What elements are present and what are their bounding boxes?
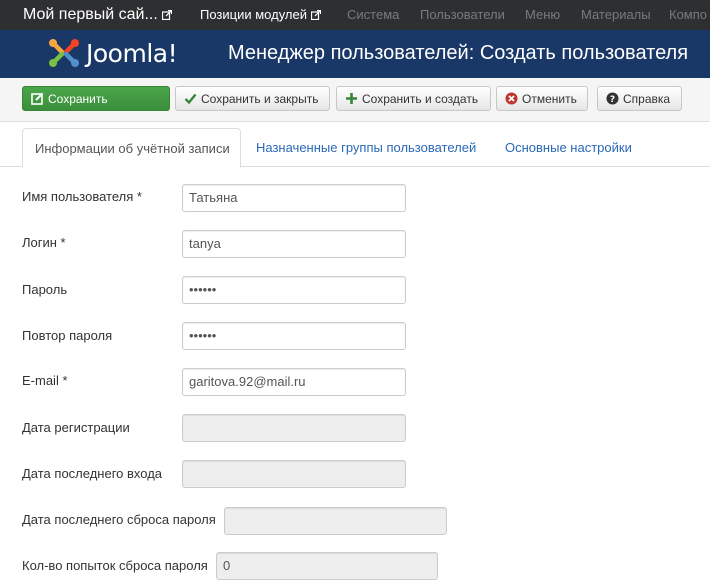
help-label: Справка [623,91,671,106]
edit-icon [31,92,44,105]
last-reset-label: Дата последнего сброса пароля [22,512,216,527]
name-label: Имя пользователя * [22,189,142,204]
save-new-label: Сохранить и создать [362,91,479,106]
login-label: Логин * [22,235,66,250]
tab-assigned-groups[interactable]: Назначенные группы пользователей [244,128,488,167]
register-date-field [182,414,406,442]
question-icon: ? [606,92,619,105]
save-close-button[interactable]: Сохранить и закрыть [175,86,330,111]
external-link-icon [311,10,321,20]
password-confirm-input[interactable]: •••••• [182,322,406,350]
site-title: Мой первый сай... [23,6,158,23]
top-navbar: Мой первый сай... Позиции модулей Систем… [0,0,710,30]
menu-system[interactable]: Система [347,0,399,30]
tab-bar: Информации об учётной записи Назначенные… [0,128,710,168]
last-visit-label: Дата последнего входа [22,466,163,481]
toolbar: Сохранить Сохранить и закрыть Сохранить … [0,78,710,122]
external-link-icon [161,10,172,20]
email-input[interactable]: garitova.92@mail.ru [182,368,406,396]
cancel-icon [505,92,518,105]
password-label: Пароль [22,282,68,297]
joomla-logo[interactable]: Joomla! [48,38,178,68]
last-reset-field [224,507,447,535]
help-button[interactable]: ? Справка [597,86,682,111]
page-header: Joomla! Менеджер пользователей: Создать … [0,30,710,78]
cancel-button[interactable]: Отменить [496,86,588,111]
plus-icon [346,93,357,104]
joomla-logo-icon [49,39,79,67]
menu-components[interactable]: Компо [669,0,707,30]
logo-text: Joomla! [86,38,178,68]
register-date-label: Дата регистрации [22,420,130,435]
reset-count-label: Кол-во попыток сброса пароля [22,558,208,573]
menu-users[interactable]: Пользователи [420,0,505,30]
reset-count-field: 0 [216,552,438,580]
email-label: E-mail * [22,373,68,388]
menu-content[interactable]: Материалы [581,0,651,30]
login-input[interactable]: tanya [182,230,406,258]
cancel-label: Отменить [522,91,577,106]
save-close-label: Сохранить и закрыть [201,91,319,106]
password-confirm-label: Повтор пароля [22,328,113,343]
save-label: Сохранить [48,91,108,106]
check-icon [184,93,197,105]
page-title: Менеджер пользователей: Создать пользова… [228,42,689,64]
tab-account-details[interactable]: Информации об учётной записи [22,128,241,168]
svg-text:?: ? [610,95,615,105]
module-positions-link[interactable]: Позиции модулей [200,0,321,30]
module-positions-label: Позиции модулей [200,7,307,22]
save-new-button[interactable]: Сохранить и создать [336,86,491,111]
site-link[interactable]: Мой первый сай... [23,0,172,30]
name-input[interactable]: Татьяна [182,184,406,212]
last-visit-field [182,460,406,488]
password-input[interactable]: •••••• [182,276,406,304]
tab-basic-settings[interactable]: Основные настройки [493,128,644,167]
menu-menus[interactable]: Меню [525,0,560,30]
save-button[interactable]: Сохранить [22,86,170,111]
